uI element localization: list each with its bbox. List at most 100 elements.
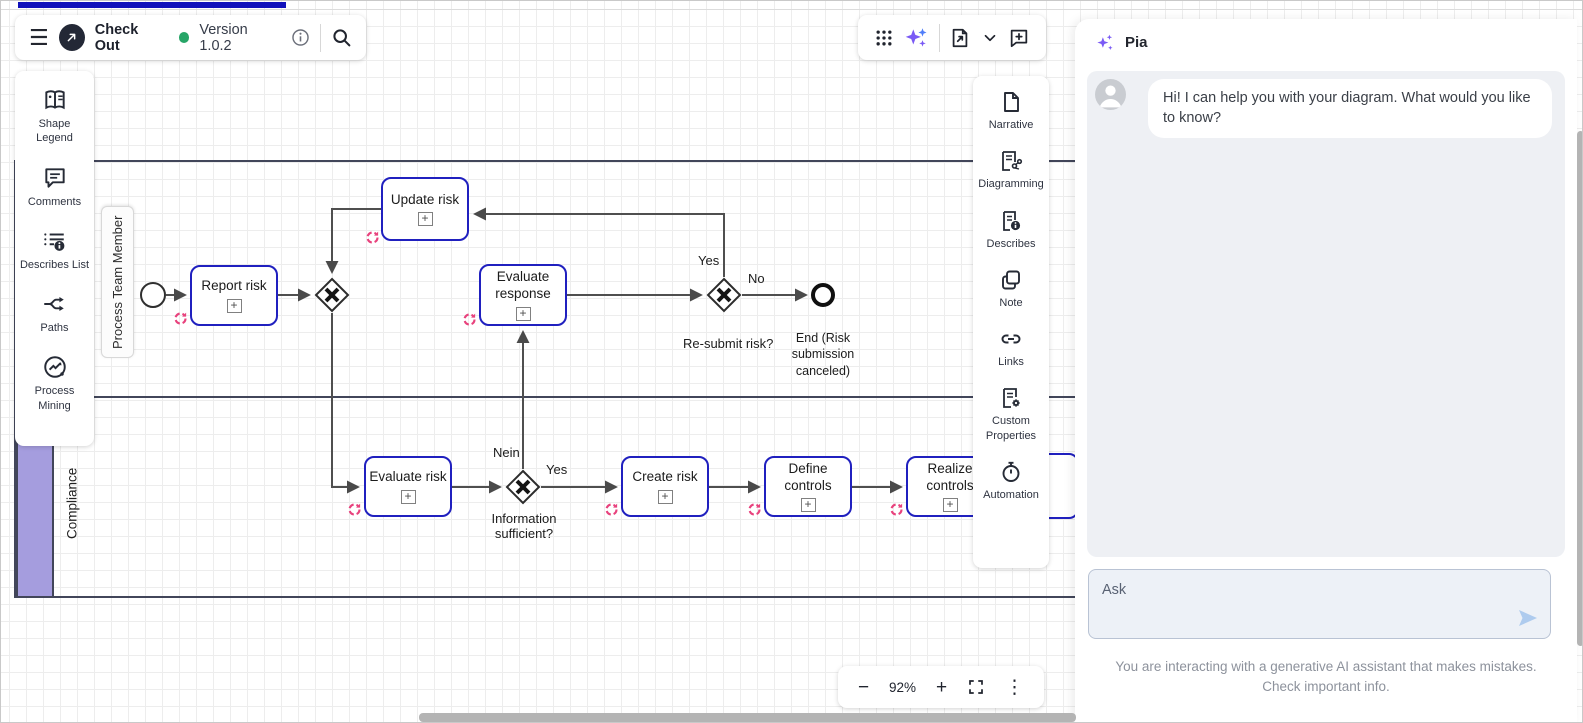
describes-list-icon bbox=[41, 228, 67, 254]
ai-disclaimer-line2: Check important info. bbox=[1075, 677, 1577, 697]
toolbar-divider bbox=[939, 24, 940, 52]
edge-label-no: No bbox=[748, 271, 765, 286]
refresh-badge-icon[interactable] bbox=[173, 311, 188, 326]
lane-label-process-team-member[interactable]: Process Team Member bbox=[101, 206, 134, 358]
refresh-badge-icon[interactable] bbox=[462, 312, 477, 327]
chat-conversation[interactable]: Hi! I can help you with your diagram. Wh… bbox=[1087, 71, 1565, 557]
lane-label-compliance[interactable]: Compliance bbox=[59, 453, 85, 553]
refresh-badge-icon[interactable] bbox=[889, 502, 904, 517]
menu-icon[interactable]: ☰ bbox=[29, 27, 49, 49]
sidebar-item-shape-legend[interactable]: Shape Legend bbox=[19, 87, 90, 146]
tool-describes[interactable]: Describes bbox=[987, 209, 1036, 251]
fullscreen-icon[interactable] bbox=[967, 678, 985, 696]
lane-label-text: Process Team Member bbox=[110, 215, 125, 348]
tool-links[interactable]: Links bbox=[998, 327, 1024, 369]
sidebar-item-comments[interactable]: Comments bbox=[28, 165, 81, 209]
pia-sparkle-icon bbox=[1095, 32, 1116, 53]
task-create-risk[interactable]: Create risk + bbox=[621, 456, 709, 517]
sidebar-item-paths[interactable]: Paths bbox=[40, 291, 68, 335]
task-evaluate-risk[interactable]: Evaluate risk + bbox=[364, 456, 452, 517]
top-border bbox=[1, 9, 1582, 10]
subprocess-marker-icon[interactable]: + bbox=[801, 498, 816, 512]
comments-icon bbox=[42, 165, 68, 191]
export-document-icon[interactable] bbox=[949, 27, 971, 49]
links-icon bbox=[999, 327, 1023, 351]
refresh-badge-icon[interactable] bbox=[365, 230, 380, 245]
gateway-information-sufficient[interactable] bbox=[505, 469, 541, 505]
shape-legend-icon bbox=[42, 87, 68, 113]
paths-icon bbox=[41, 291, 67, 317]
checkout-button[interactable]: Check Out bbox=[95, 22, 165, 54]
pool-bottom-border bbox=[14, 596, 1077, 598]
vertical-scrollbar[interactable] bbox=[1577, 131, 1583, 646]
more-options-icon[interactable]: ⋮ bbox=[1005, 678, 1024, 697]
sidebar-item-label: Comments bbox=[28, 195, 81, 209]
task-label: Evaluate risk bbox=[369, 469, 446, 486]
subprocess-marker-icon[interactable]: + bbox=[658, 490, 673, 504]
task-label: Create risk bbox=[632, 469, 697, 486]
send-icon[interactable] bbox=[1516, 606, 1540, 630]
gateway-exclusive-1[interactable] bbox=[314, 277, 350, 313]
zoom-out-icon[interactable]: − bbox=[858, 678, 869, 697]
left-sidebar: Shape Legend Comments Describes List Pat… bbox=[15, 71, 94, 446]
search-icon[interactable] bbox=[331, 27, 352, 48]
sidebar-item-label: Process Mining bbox=[19, 384, 90, 413]
top-toolbar: ☰ Check Out Version 1.0.2 bbox=[15, 15, 366, 60]
refresh-badge-icon[interactable] bbox=[747, 502, 762, 517]
top-right-toolbar bbox=[858, 15, 1046, 60]
describes-icon bbox=[999, 209, 1023, 233]
ai-sparkles-icon[interactable] bbox=[903, 25, 929, 51]
tool-diagramming[interactable]: Diagramming bbox=[978, 149, 1043, 191]
tool-narrative[interactable]: Narrative bbox=[989, 90, 1034, 132]
task-define-controls[interactable]: Define controls + bbox=[764, 456, 852, 517]
loading-progress-bar bbox=[18, 2, 286, 8]
checkout-icon[interactable] bbox=[59, 24, 85, 51]
tool-label: Diagramming bbox=[978, 177, 1043, 191]
info-icon[interactable] bbox=[291, 28, 310, 47]
sidebar-item-label: Paths bbox=[40, 321, 68, 335]
version-status-dot bbox=[179, 32, 190, 43]
task-label: Define controls bbox=[776, 461, 840, 495]
refresh-badge-icon[interactable] bbox=[347, 502, 362, 517]
apps-grid-icon[interactable] bbox=[874, 28, 894, 48]
tool-label: Custom Properties bbox=[975, 414, 1047, 443]
task-report-risk[interactable]: Report risk + bbox=[190, 265, 278, 326]
zoom-toolbar: − 92% + ⋮ bbox=[838, 666, 1044, 708]
task-update-risk[interactable]: Update risk + bbox=[381, 177, 469, 241]
ask-input[interactable] bbox=[1089, 570, 1550, 638]
pia-chat-panel: Pia Hi! I can help you with your diagram… bbox=[1075, 19, 1577, 723]
subprocess-marker-icon[interactable]: + bbox=[418, 212, 433, 226]
tool-custom-properties[interactable]: Custom Properties bbox=[975, 386, 1047, 443]
zoom-level[interactable]: 92% bbox=[889, 680, 916, 695]
gateway-resubmit-risk[interactable] bbox=[706, 277, 742, 313]
subprocess-marker-icon[interactable]: + bbox=[516, 307, 531, 321]
chat-title: Pia bbox=[1125, 34, 1148, 51]
automation-icon bbox=[999, 460, 1023, 484]
end-event[interactable] bbox=[811, 283, 835, 307]
start-event[interactable] bbox=[140, 282, 166, 308]
diagramming-icon bbox=[999, 149, 1023, 173]
tool-label: Narrative bbox=[989, 118, 1034, 132]
tool-automation[interactable]: Automation bbox=[983, 460, 1039, 502]
subprocess-marker-icon[interactable]: + bbox=[227, 299, 242, 313]
tool-label: Automation bbox=[983, 488, 1039, 502]
ai-disclaimer-line1: You are interacting with a generative AI… bbox=[1075, 657, 1577, 677]
subprocess-marker-icon[interactable]: + bbox=[943, 498, 958, 512]
app-viewport: Process Team Member Compliance End (Risk… bbox=[0, 0, 1583, 723]
lane-divider bbox=[14, 396, 1077, 398]
edge-label-yes: Yes bbox=[698, 253, 719, 268]
tool-label: Note bbox=[999, 296, 1022, 310]
sidebar-item-describes-list[interactable]: Describes List bbox=[20, 228, 89, 272]
chevron-down-icon[interactable] bbox=[981, 29, 999, 47]
tool-label: Describes bbox=[987, 237, 1036, 251]
add-comment-icon[interactable] bbox=[1008, 27, 1030, 49]
tool-note[interactable]: Note bbox=[999, 268, 1023, 310]
sidebar-item-process-mining[interactable]: Process Mining bbox=[19, 354, 90, 413]
task-label: Evaluate response bbox=[488, 269, 558, 303]
subprocess-marker-icon[interactable]: + bbox=[401, 490, 416, 504]
zoom-in-icon[interactable]: + bbox=[936, 678, 947, 697]
refresh-badge-icon[interactable] bbox=[604, 502, 619, 517]
assistant-avatar bbox=[1095, 79, 1126, 110]
task-evaluate-response[interactable]: Evaluate response + bbox=[479, 264, 567, 326]
horizontal-scrollbar[interactable] bbox=[419, 713, 1076, 722]
